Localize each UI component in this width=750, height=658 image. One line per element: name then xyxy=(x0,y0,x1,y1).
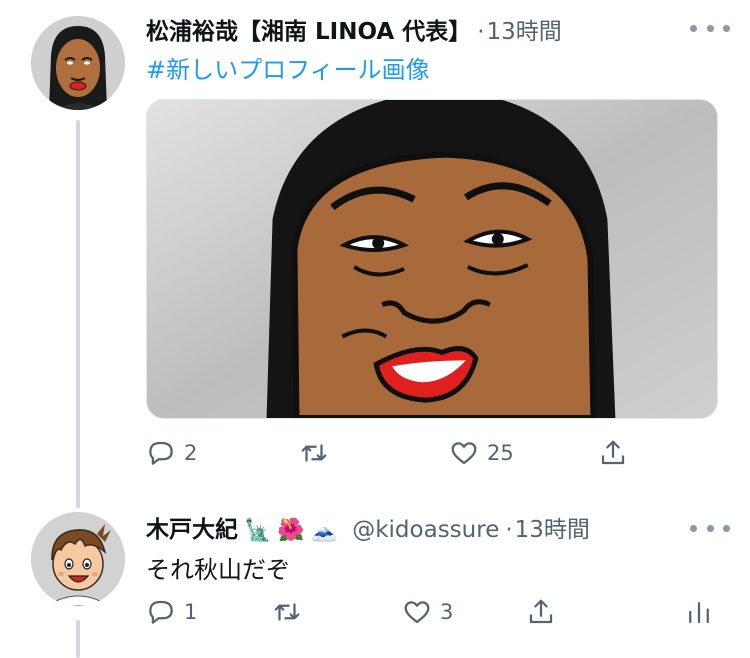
reply-button[interactable]: 2 xyxy=(146,435,197,471)
hashtag-link[interactable]: #新しいプロフィール画像 xyxy=(146,56,430,84)
author-handle[interactable]: @kidoassure xyxy=(352,517,499,543)
share-button[interactable] xyxy=(526,594,556,630)
mount-fuji-emoji: 🗻 xyxy=(310,518,339,543)
more-icon[interactable] xyxy=(690,22,730,34)
tweet-actions: 1 3 xyxy=(146,594,718,630)
like-count: 3 xyxy=(440,600,454,624)
reply-button[interactable]: 1 xyxy=(146,594,197,630)
statue-of-liberty-emoji: 🗽 xyxy=(244,518,272,543)
retweet-icon xyxy=(274,603,300,621)
tweet-2[interactable]: 木戸大紀 🗽 🌺 🗻 @kidoassure · 13時間 それ秋山だぞ 1 3 xyxy=(0,500,750,658)
author-avatar[interactable] xyxy=(31,512,125,606)
retweet-button[interactable] xyxy=(272,594,302,630)
tweet-text: それ秋山だぞ xyxy=(146,556,290,584)
reply-count: 2 xyxy=(184,441,198,465)
author-avatar[interactable] xyxy=(31,16,125,110)
tweet-text: #新しいプロフィール画像 xyxy=(146,50,430,85)
like-icon xyxy=(404,601,430,624)
author-name[interactable]: 松浦裕哉【湘南 LINOA 代表】 xyxy=(146,12,471,46)
reply-icon xyxy=(149,600,173,624)
analytics-button[interactable] xyxy=(684,594,714,630)
like-button[interactable]: 3 xyxy=(402,594,453,630)
share-icon xyxy=(601,440,625,465)
retweet-button[interactable] xyxy=(299,435,329,471)
reply-icon xyxy=(149,441,173,465)
timestamp[interactable]: 13時間 xyxy=(515,510,590,544)
tweet-header: 木戸大紀 🗽 🌺 🗻 @kidoassure · 13時間 xyxy=(146,510,590,544)
tweet-1[interactable]: 松浦裕哉【湘南 LINOA 代表】 · 13時間 #新しいプロフィール画像 2 … xyxy=(0,0,750,500)
retweet-icon xyxy=(301,444,327,462)
caricature-face-image xyxy=(147,100,717,418)
share-icon xyxy=(529,599,553,624)
analytics-icon xyxy=(689,602,709,624)
timestamp[interactable]: 13時間 xyxy=(487,12,562,46)
cartoon-boy-avatar-image xyxy=(31,512,125,606)
caricature-avatar-image xyxy=(31,16,125,110)
share-button[interactable] xyxy=(598,435,628,471)
like-icon xyxy=(451,442,477,465)
hibiscus-emoji: 🌺 xyxy=(277,518,305,543)
separator-dot: · xyxy=(477,19,485,45)
like-count: 25 xyxy=(487,441,514,465)
tweet-actions: 2 25 xyxy=(146,435,718,471)
more-icon[interactable] xyxy=(690,522,730,534)
like-button[interactable]: 25 xyxy=(449,435,514,471)
separator-dot: · xyxy=(505,517,513,543)
tweet-media-image[interactable] xyxy=(146,99,718,419)
reply-count: 1 xyxy=(184,600,198,624)
author-name[interactable]: 木戸大紀 xyxy=(146,510,238,544)
tweet-header: 松浦裕哉【湘南 LINOA 代表】 · 13時間 xyxy=(146,12,562,46)
